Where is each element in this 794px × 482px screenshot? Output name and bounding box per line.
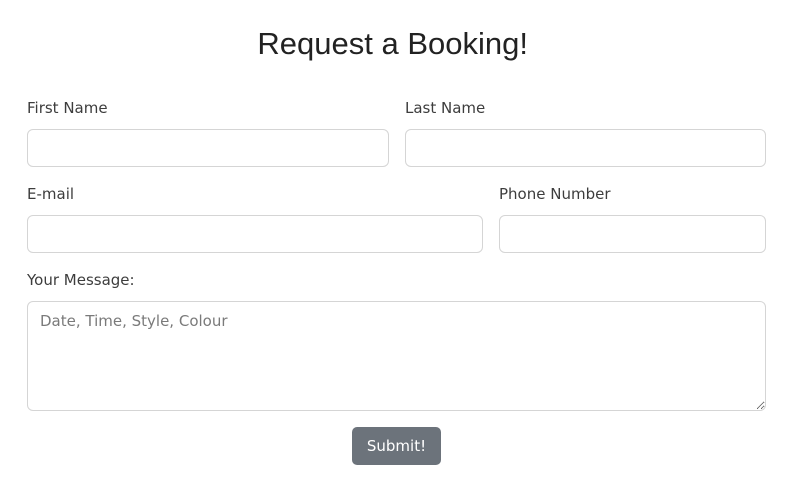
first-name-input[interactable] <box>27 129 389 167</box>
email-input[interactable] <box>27 215 483 253</box>
submit-button[interactable]: Submit! <box>352 427 441 465</box>
email-label: E-mail <box>27 185 75 203</box>
message-textarea[interactable] <box>27 301 766 411</box>
message-label: Your Message: <box>27 271 135 289</box>
phone-number-input[interactable] <box>499 215 766 253</box>
page-title: Request a Booking! <box>0 22 794 66</box>
last-name-input[interactable] <box>405 129 766 167</box>
first-name-label: First Name <box>27 99 108 117</box>
phone-number-label: Phone Number <box>499 185 611 203</box>
title-wrapper: Request a Booking! <box>257 22 536 66</box>
title-text: Request a Booking! <box>257 26 528 61</box>
last-name-label: Last Name <box>405 99 486 117</box>
